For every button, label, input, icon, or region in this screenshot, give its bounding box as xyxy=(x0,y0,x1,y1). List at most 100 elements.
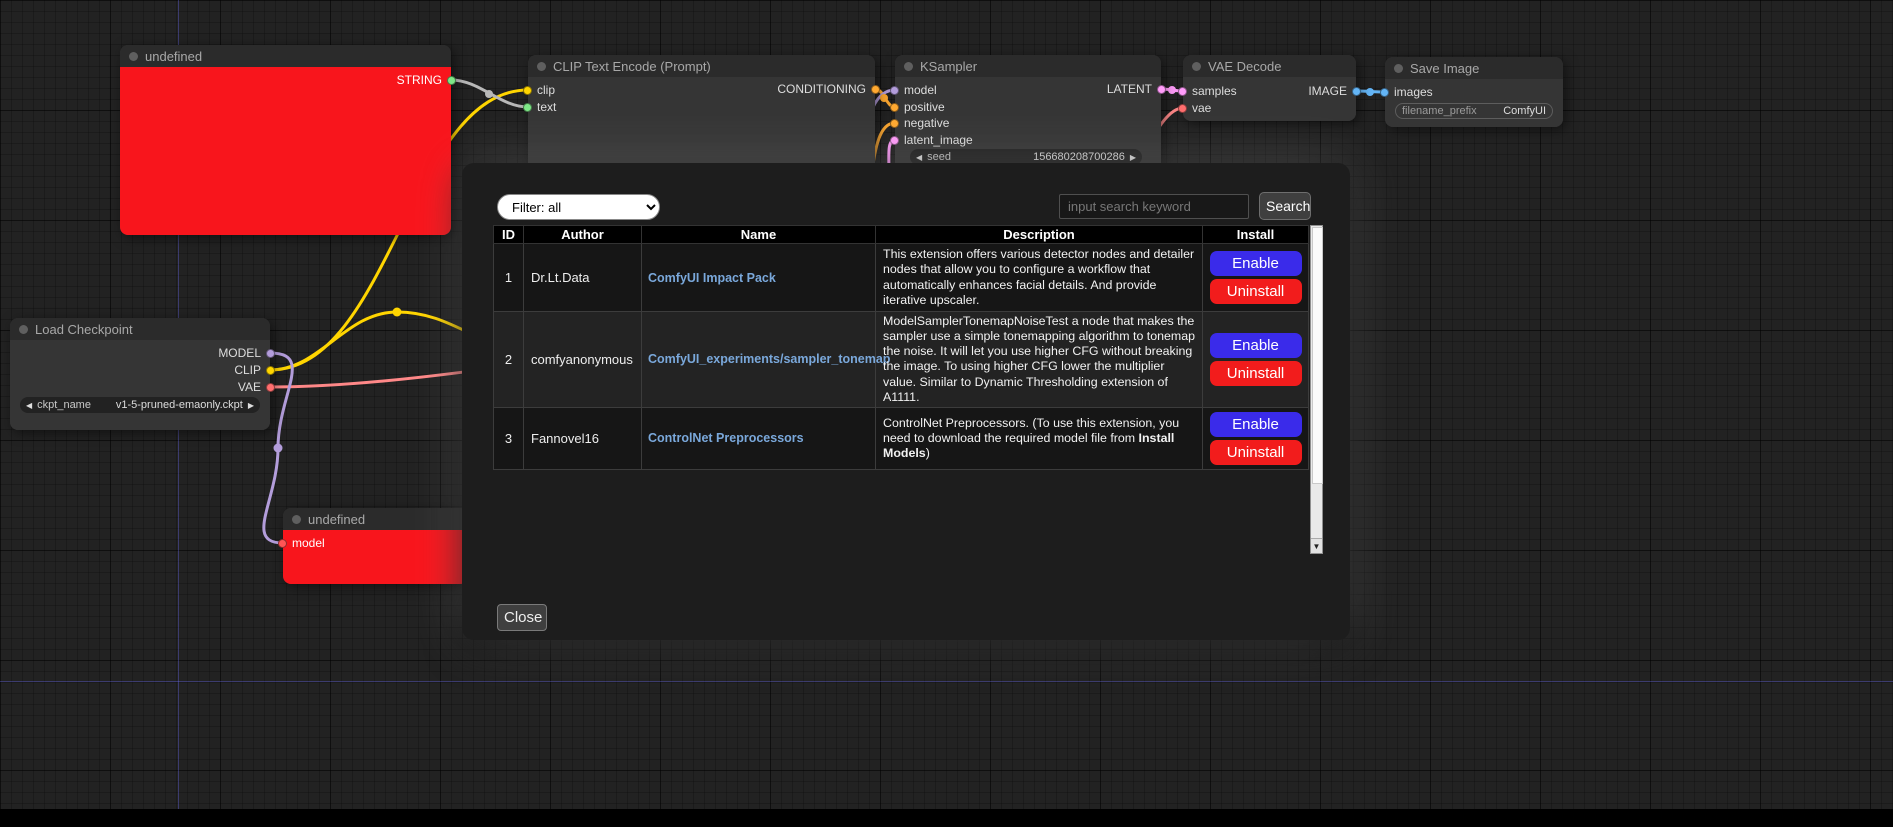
input-slot-dot[interactable] xyxy=(278,539,287,548)
link-midpoint-dot xyxy=(393,308,402,317)
node-titlebar[interactable]: KSampler xyxy=(895,55,1161,77)
search-input[interactable] xyxy=(1059,194,1249,219)
filter-select[interactable]: Filter: all xyxy=(497,194,660,220)
uninstall-button[interactable]: Uninstall xyxy=(1210,440,1302,465)
increment-arrow-icon[interactable]: ▶ xyxy=(1130,153,1136,162)
node-titlebar[interactable]: Load Checkpoint xyxy=(10,318,270,340)
output-slot-conditioning[interactable]: CONDITIONING xyxy=(777,81,880,97)
table-header-row: ID Author Name Description Install xyxy=(494,226,1309,244)
node-titlebar[interactable]: undefined xyxy=(120,45,451,67)
output-slot-model[interactable]: MODEL xyxy=(218,345,275,361)
table-row: 2 comfyanonymous ComfyUI_experiments/sam… xyxy=(494,312,1309,408)
node-load-checkpoint[interactable]: Load Checkpoint MODEL CLIP VAE ◀ ckpt_na… xyxy=(10,318,270,430)
uninstall-button[interactable]: Uninstall xyxy=(1210,361,1302,386)
input-slot-model[interactable]: model xyxy=(278,535,325,551)
close-button[interactable]: Close xyxy=(497,604,547,631)
input-slot-label: samples xyxy=(1192,84,1237,98)
node-vae-decode[interactable]: VAE Decode samples vae IMAGE xyxy=(1183,55,1356,121)
input-slot-text[interactable]: text xyxy=(523,99,556,115)
output-slot-clip[interactable]: CLIP xyxy=(234,362,275,378)
collapse-dot-icon[interactable] xyxy=(129,52,138,61)
link-midpoint-dot xyxy=(485,90,493,98)
input-slot-label: negative xyxy=(904,116,949,130)
cell-install: Enable Uninstall xyxy=(1203,244,1309,312)
input-slot-negative[interactable]: negative xyxy=(890,115,949,131)
input-slot-dot[interactable] xyxy=(890,103,899,112)
extension-link[interactable]: ComfyUI Impact Pack xyxy=(648,271,776,285)
input-slot-dot[interactable] xyxy=(890,136,899,145)
previous-arrow-icon[interactable]: ◀ xyxy=(26,401,32,410)
output-slot-dot[interactable] xyxy=(266,349,275,358)
filename-prefix-widget[interactable]: filename_prefix ComfyUI xyxy=(1395,103,1553,119)
collapse-dot-icon[interactable] xyxy=(1394,64,1403,73)
input-slot-latent-image[interactable]: latent_image xyxy=(890,132,973,148)
collapse-dot-icon[interactable] xyxy=(904,62,913,71)
description-text: ModelSamplerTonemapNoiseTest a node that… xyxy=(883,314,1195,404)
collapse-dot-icon[interactable] xyxy=(537,62,546,71)
input-slot-dot[interactable] xyxy=(1178,104,1187,113)
collapse-dot-icon[interactable] xyxy=(19,325,28,334)
input-slot-positive[interactable]: positive xyxy=(890,99,945,115)
node-undefined-top[interactable]: undefined STRING xyxy=(120,45,451,235)
widget-value: ComfyUI xyxy=(1503,105,1546,117)
node-save-image[interactable]: Save Image images filename_prefix ComfyU… xyxy=(1385,57,1563,127)
node-canvas[interactable]: undefined STRING CLIP Text Encode (Promp… xyxy=(0,0,1893,818)
node-titlebar[interactable]: CLIP Text Encode (Prompt) xyxy=(528,55,875,77)
input-slot-label: positive xyxy=(904,100,945,114)
output-slot-dot[interactable] xyxy=(871,85,880,94)
input-slot-images[interactable]: images xyxy=(1380,84,1433,100)
extension-link[interactable]: ControlNet Preprocessors xyxy=(648,431,804,445)
output-slot-dot[interactable] xyxy=(1352,87,1361,96)
node-undefined-bottom[interactable]: undefined model xyxy=(283,508,468,584)
cell-author: comfyanonymous xyxy=(524,312,642,408)
enable-button[interactable]: Enable xyxy=(1210,333,1302,358)
decrement-arrow-icon[interactable]: ◀ xyxy=(916,153,922,162)
node-titlebar[interactable]: undefined xyxy=(283,508,468,530)
node-title: KSampler xyxy=(920,59,977,74)
extension-manager-dialog: Filter: all Search ID Author Name Descri… xyxy=(462,163,1350,640)
input-slot-clip[interactable]: clip xyxy=(523,82,555,98)
cell-name: ComfyUI Impact Pack xyxy=(642,244,876,312)
input-slot-model[interactable]: model xyxy=(890,82,937,98)
scrollbar-down-button[interactable]: ▼ xyxy=(1311,538,1322,553)
input-slot-dot[interactable] xyxy=(890,119,899,128)
output-slot-dot[interactable] xyxy=(266,366,275,375)
input-slot-dot[interactable] xyxy=(1380,88,1389,97)
cell-description: ControlNet Preprocessors. (To use this e… xyxy=(876,407,1203,469)
description-text: ControlNet Preprocessors. (To use this e… xyxy=(883,416,1179,445)
node-titlebar[interactable]: Save Image xyxy=(1385,57,1563,79)
input-slot-dot[interactable] xyxy=(523,103,532,112)
input-slot-dot[interactable] xyxy=(1178,87,1187,96)
output-slot-dot[interactable] xyxy=(1157,85,1166,94)
search-button[interactable]: Search xyxy=(1259,192,1311,220)
cell-id: 3 xyxy=(494,407,524,469)
next-arrow-icon[interactable]: ▶ xyxy=(248,401,254,410)
extension-link[interactable]: ComfyUI_experiments/sampler_tonemap xyxy=(648,352,890,366)
node-titlebar[interactable]: VAE Decode xyxy=(1183,55,1356,77)
col-header-description: Description xyxy=(876,226,1203,244)
input-slot-dot[interactable] xyxy=(890,86,899,95)
enable-button[interactable]: Enable xyxy=(1210,251,1302,276)
output-slot-string[interactable]: STRING xyxy=(397,72,456,88)
node-title: CLIP Text Encode (Prompt) xyxy=(553,59,711,74)
output-slot-vae[interactable]: VAE xyxy=(238,379,275,395)
scrollbar-thumb[interactable] xyxy=(1312,227,1323,484)
input-slot-dot[interactable] xyxy=(523,86,532,95)
output-slot-latent[interactable]: LATENT xyxy=(1107,81,1166,97)
ckpt-name-widget[interactable]: ◀ ckpt_name v1-5-pruned-emaonly.ckpt ▶ xyxy=(20,397,260,413)
uninstall-button[interactable]: Uninstall xyxy=(1210,279,1302,304)
cell-name: ControlNet Preprocessors xyxy=(642,407,876,469)
wire-string-to-text xyxy=(451,80,528,107)
extension-table: ID Author Name Description Install 1 Dr.… xyxy=(493,225,1309,470)
collapse-dot-icon[interactable] xyxy=(1192,62,1201,71)
cell-description: ModelSamplerTonemapNoiseTest a node that… xyxy=(876,312,1203,408)
input-slot-samples[interactable]: samples xyxy=(1178,83,1237,99)
output-slot-image[interactable]: IMAGE xyxy=(1308,83,1361,99)
cell-install: Enable Uninstall xyxy=(1203,407,1309,469)
table-scrollbar[interactable]: ▼ xyxy=(1310,225,1323,554)
collapse-dot-icon[interactable] xyxy=(292,515,301,524)
enable-button[interactable]: Enable xyxy=(1210,412,1302,437)
output-slot-dot[interactable] xyxy=(447,76,456,85)
input-slot-vae[interactable]: vae xyxy=(1178,100,1211,116)
output-slot-dot[interactable] xyxy=(266,383,275,392)
